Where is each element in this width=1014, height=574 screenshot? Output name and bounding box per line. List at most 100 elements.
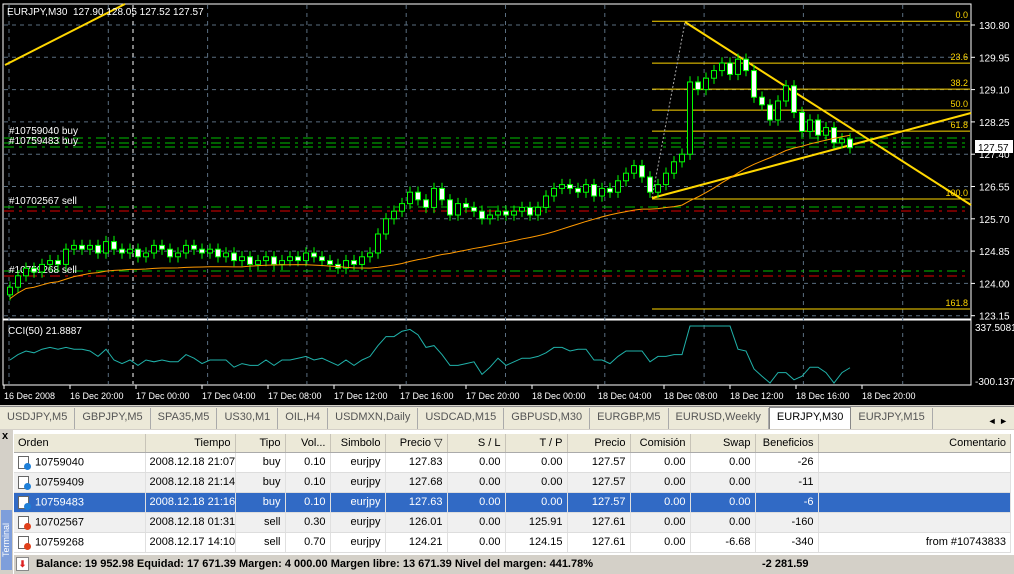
candle-body: [375, 233, 381, 254]
candle-body: [663, 172, 669, 186]
cell-text: -340: [791, 536, 814, 548]
chart-canvas: 130.80129.95129.10128.25127.40126.55125.…: [2, 3, 1014, 401]
price-tick-label: 125.70: [979, 215, 1010, 226]
candle-body: [735, 58, 741, 75]
order-row[interactable]: 10702567 2008.12.18 01:31 sell 0.30 eurjpy 12…: [14, 512, 1011, 533]
order-row[interactable]: 10759409 2008.12.18 21:14 buy 0.10 eurjpy 127…: [14, 472, 1011, 493]
arrow-down-icon[interactable]: ⬇: [16, 557, 29, 571]
column-header[interactable]: Comentario: [818, 434, 1011, 453]
candle-body: [671, 161, 677, 174]
fib-level-label: 0.0: [955, 10, 968, 20]
order-cell: 0.70: [285, 532, 331, 553]
tab-oil-h4[interactable]: OIL,H4: [278, 408, 329, 429]
cell-text: 0.00: [541, 476, 563, 488]
candle-body: [199, 248, 205, 254]
time-label: 17 Dec 16:00: [400, 391, 454, 401]
candle-body: [423, 199, 429, 208]
candle-body: [711, 70, 717, 79]
candle-body: [695, 81, 701, 91]
column-header[interactable]: Precio ▽: [385, 434, 448, 453]
order-cell: [818, 512, 1011, 533]
candle-body: [487, 214, 493, 220]
order-row[interactable]: 10759268 2008.12.17 14:10 sell 0.70 eurjpy 12…: [14, 532, 1011, 553]
tab-usdmxn-daily[interactable]: USDMXN,Daily: [328, 408, 419, 429]
time-label: 17 Dec 04:00: [202, 391, 256, 401]
column-header[interactable]: Swap: [690, 434, 756, 453]
order-cell: buy: [235, 492, 286, 513]
tab-usdjpy-m5[interactable]: USDJPY,M5: [0, 408, 76, 429]
column-header[interactable]: S / L: [447, 434, 506, 453]
time-label: 18 Dec 00:00: [532, 391, 586, 401]
cell-text: 10759483: [35, 495, 84, 508]
candle-body: [87, 244, 93, 250]
candle-body: [791, 85, 797, 113]
tab-us30-m1[interactable]: US30,M1: [217, 408, 279, 429]
order-cell: sell: [235, 532, 286, 553]
tab-scroll-arrows[interactable]: ◄ ►: [982, 413, 1014, 429]
cell-text: 127.57: [591, 496, 626, 508]
cell-text: 0.00: [664, 476, 686, 488]
tab-gbpusd-m30[interactable]: GBPUSD,M30: [504, 408, 591, 429]
candle-body: [759, 96, 765, 106]
order-cell: 2008.12.17 14:10: [145, 532, 236, 553]
column-header[interactable]: Simbolo: [330, 434, 386, 453]
cell-text: 0.00: [729, 516, 751, 528]
candle-body: [119, 248, 125, 254]
candle-body: [231, 252, 237, 262]
fib-level-label: 61.8: [950, 120, 968, 130]
candle-body: [71, 244, 77, 250]
column-header[interactable]: Orden: [14, 434, 146, 453]
candle-body: [583, 184, 589, 193]
candle-body: [527, 206, 533, 216]
price-chart[interactable]: 130.80 129.95 129.10 128.25 127.40 126.55 125.…: [0, 0, 1014, 405]
candle-body: [215, 248, 221, 258]
order-cell: 10759483: [14, 492, 146, 513]
cell-text: 127.68: [408, 476, 443, 488]
cell-text: 127.83: [408, 456, 443, 468]
candle-body: [679, 153, 685, 163]
cell-text: 0.00: [541, 496, 563, 508]
candle-body: [327, 260, 333, 265]
column-header[interactable]: Precio: [567, 434, 631, 453]
close-icon[interactable]: x: [0, 430, 13, 442]
column-header[interactable]: Tipo: [235, 434, 286, 453]
cci-pane-frame: [2, 319, 972, 386]
tab-gbpjpy-m5[interactable]: GBPJPY,M5: [75, 408, 151, 429]
order-row[interactable]: 10759483 2008.12.18 21:16 buy 0.10 eurjpy 127…: [14, 492, 1011, 513]
candle-body: [135, 248, 141, 258]
price-tick-label: 126.55: [979, 183, 1010, 194]
candle-body: [287, 256, 293, 262]
column-header[interactable]: Beneficios: [755, 434, 819, 453]
tab-eurusd-weekly[interactable]: EURUSD,Weekly: [669, 408, 769, 429]
column-header[interactable]: Comisión: [630, 434, 691, 453]
order-cell: eurjpy: [330, 492, 386, 513]
order-cell: 127.57: [567, 472, 631, 493]
cell-text: -160: [791, 516, 814, 528]
tab-eurjpy-m15[interactable]: EURJPY,M15: [851, 408, 933, 429]
column-header[interactable]: Vol...: [285, 434, 331, 453]
candle-body: [807, 119, 813, 132]
order-cell: 0.00: [505, 472, 568, 493]
candle-body: [207, 248, 213, 254]
order-cell: 0.00: [447, 472, 506, 493]
candle-body: [591, 184, 597, 197]
order-cell: 0.00: [505, 492, 568, 513]
column-header[interactable]: Tiempo: [145, 434, 236, 453]
order-cell: 0.00: [447, 492, 506, 513]
order-label: #10702567 sell: [9, 196, 77, 207]
candle-body: [159, 244, 165, 250]
total-profit: -2 281.59: [762, 558, 809, 570]
order-cell: -340: [755, 532, 819, 553]
price-tick-label: 128.25: [979, 118, 1010, 129]
column-header[interactable]: T / P: [505, 434, 568, 453]
order-row[interactable]: 10759040 2008.12.18 21:07 buy 0.10 eurjpy 127…: [14, 452, 1011, 473]
tab-eurjpy-m30[interactable]: EURJPY,M30: [768, 407, 852, 429]
candle-body: [639, 165, 645, 178]
tab-eurgbp-m5[interactable]: EURGBP,M5: [590, 408, 669, 429]
cell-text: buy: [262, 456, 281, 468]
cci-min-label: -300.1377: [975, 377, 1014, 388]
tab-spa35-m5[interactable]: SPA35,M5: [151, 408, 218, 429]
candle-body: [655, 184, 661, 193]
candle-body: [703, 77, 709, 91]
tab-usdcad-m15[interactable]: USDCAD,M15: [418, 408, 505, 429]
